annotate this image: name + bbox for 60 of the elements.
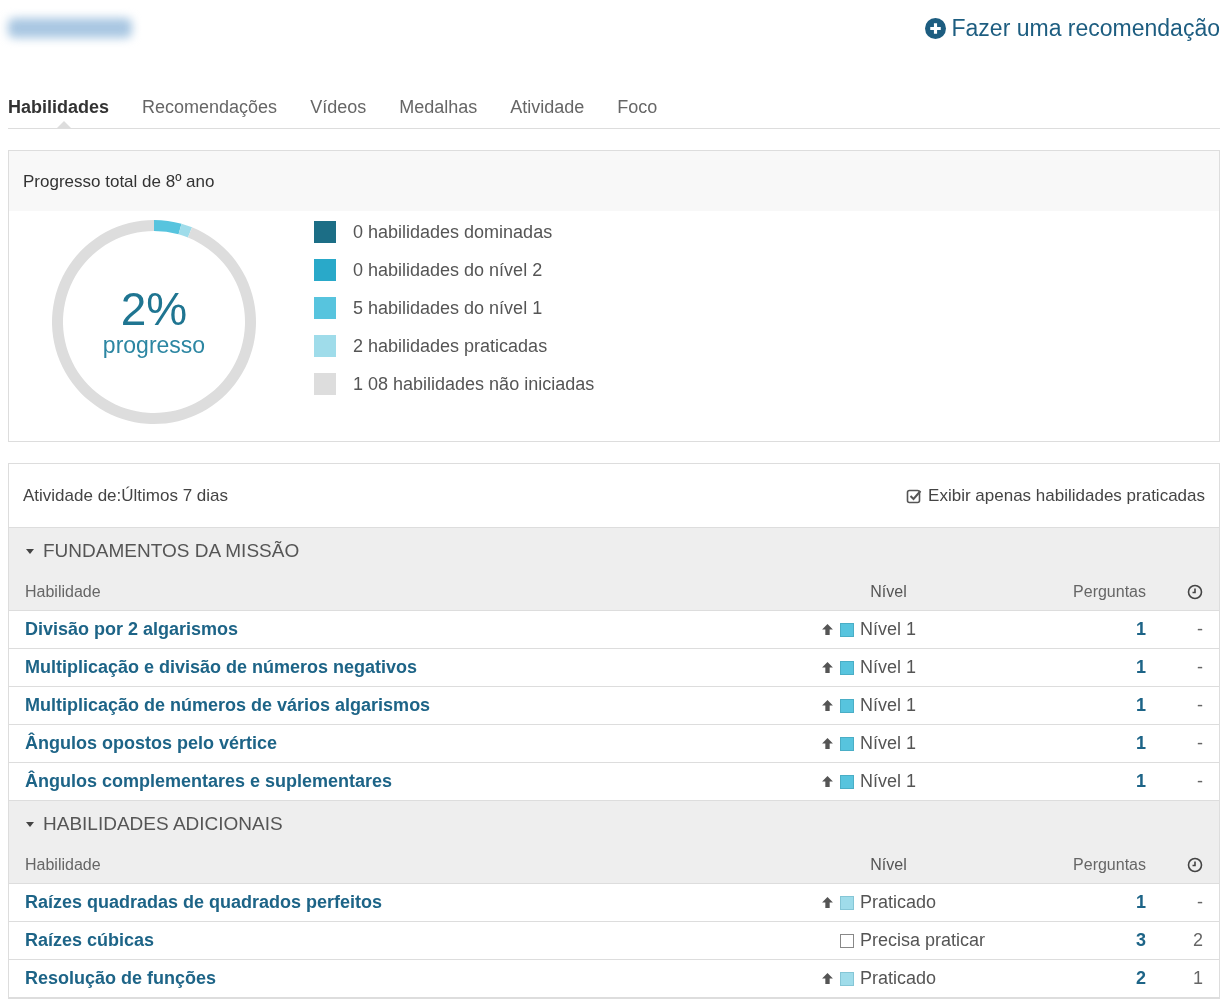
clock-icon <box>1187 583 1203 600</box>
skill-link[interactable]: Divisão por 2 algarismos <box>25 619 821 640</box>
tab[interactable]: Atividade <box>510 86 618 128</box>
progress-title: Progresso total de 8º ano <box>23 172 215 191</box>
column-header: Perguntas <box>1072 582 1146 601</box>
question-count[interactable]: 1 <box>1036 892 1146 913</box>
practiced-only-checkbox[interactable]: Exibir apenas habilidades praticadas <box>906 485 1205 506</box>
legend-label: 0 habilidades dominadas <box>353 221 553 243</box>
activity-period[interactable]: Atividade de:Últimos 7 dias <box>23 485 229 506</box>
skill-link[interactable]: Ângulos opostos pelo vértice <box>25 733 821 754</box>
recommend-link[interactable]: Fazer uma recomendação <box>924 14 1220 42</box>
question-count[interactable]: 2 <box>1036 968 1146 989</box>
clock-icon <box>1187 856 1203 873</box>
level-label: Precisa praticar <box>860 930 986 951</box>
level-label: Praticado <box>860 968 937 989</box>
tab[interactable]: Recomendações <box>142 86 311 128</box>
level-label: Nível 1 <box>860 695 917 716</box>
legend-label: 5 habilidades do nível 1 <box>353 297 543 319</box>
question-count[interactable]: 1 <box>1036 733 1146 754</box>
question-count[interactable]: 1 <box>1036 771 1146 792</box>
skill-link[interactable]: Ângulos complementares e suplementares <box>25 771 821 792</box>
time-value: - <box>1196 733 1203 754</box>
section-header[interactable]: HABILIDADES ADICIONAIS <box>9 801 1219 846</box>
question-count[interactable]: 1 <box>1036 695 1146 716</box>
tab[interactable]: Medalhas <box>399 86 511 128</box>
tab[interactable]: Foco <box>617 86 691 128</box>
progress-caption: progresso <box>102 331 206 359</box>
time-value: - <box>1196 657 1203 678</box>
time-value: - <box>1196 892 1203 913</box>
level-label: Nível 1 <box>860 771 917 792</box>
question-count[interactable]: 1 <box>1036 657 1146 678</box>
level-label: Nível 1 <box>860 619 917 640</box>
skill-link[interactable]: Multiplicação e divisão de números negativos <box>25 657 821 678</box>
column-header: Habilidade <box>25 582 102 601</box>
time-value: - <box>1196 771 1203 792</box>
column-header: Nível <box>869 855 908 874</box>
level-label: Nível 1 <box>860 657 917 678</box>
progress-percent: 2% <box>120 285 188 332</box>
level-label: Nível 1 <box>860 733 917 754</box>
question-count[interactable]: 1 <box>1036 619 1146 640</box>
time-value: 2 <box>1192 930 1203 951</box>
legend-label: 0 habilidades do nível 2 <box>353 259 543 281</box>
section-header[interactable]: FUNDAMENTOS DA MISSÃO <box>9 528 1219 573</box>
skill-link[interactable]: Raízes quadradas de quadrados perfeitos <box>25 892 821 913</box>
column-header: Nível <box>869 582 908 601</box>
time-value: 1 <box>1192 968 1203 989</box>
tab[interactable]: Vídeos <box>310 86 400 128</box>
skill-link[interactable]: Multiplicação de números de vários algarismos <box>25 695 821 716</box>
skill-link[interactable]: Resolução de funções <box>25 968 821 989</box>
tab[interactable]: Habilidades <box>8 86 143 128</box>
column-header: Habilidade <box>25 855 102 874</box>
plus-circle-icon <box>924 17 946 39</box>
legend-label: 2 habilidades praticadas <box>353 335 548 357</box>
question-count[interactable]: 3 <box>1036 930 1146 951</box>
column-header: Perguntas <box>1072 855 1146 874</box>
skill-link[interactable]: Raízes cúbicas <box>25 930 821 951</box>
legend-label: 1 08 habilidades não iniciadas <box>353 373 595 395</box>
time-value: - <box>1196 619 1203 640</box>
time-value: - <box>1196 695 1203 716</box>
level-label: Praticado <box>860 892 937 913</box>
